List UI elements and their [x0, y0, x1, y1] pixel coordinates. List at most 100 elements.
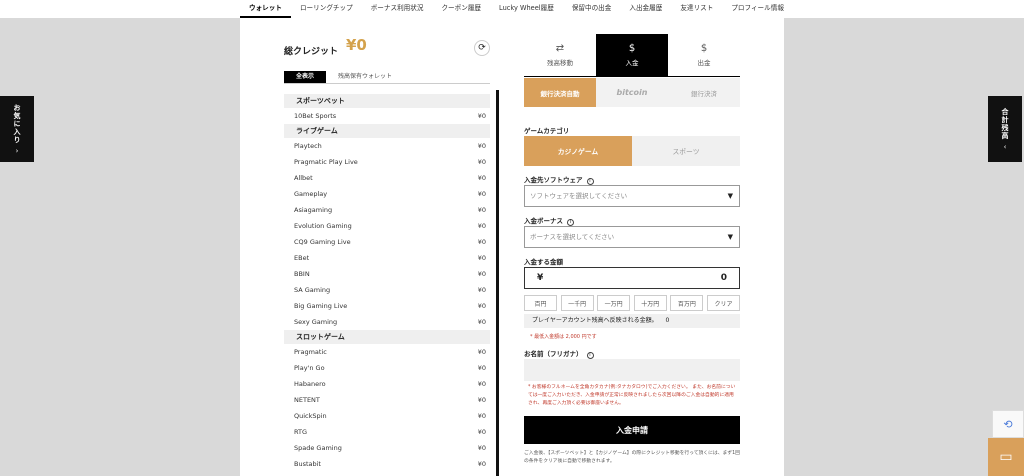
wallet-balance: ¥0 — [477, 270, 486, 278]
nav-item[interactable]: 保留中の出金 — [563, 0, 621, 18]
refresh-icon[interactable]: ⟳ — [474, 40, 490, 56]
minimum-deposit-note: * 最低入金額は 2,000 円です — [530, 334, 597, 340]
wallet-balance: ¥0 — [477, 412, 486, 420]
nav-item[interactable]: 入出金履歴 — [620, 0, 671, 18]
game-category-tabs: カジノゲーム スポーツ — [524, 136, 740, 166]
total-balance-side-tab[interactable]: 合計残高 ‹ — [988, 96, 1022, 162]
wallet-balance: ¥0 — [477, 444, 486, 452]
wallet-name: Spade Gaming — [294, 444, 342, 452]
tabs-divider — [524, 76, 740, 77]
name-warning: * お客様のフルネームを全角カタカナ(例:タナカタロウ)でご入力ください。 また… — [528, 385, 736, 406]
wallet-name: SA Gaming — [294, 286, 331, 294]
game-category-label: ゲームカテゴリ — [524, 127, 570, 135]
wallet-row: Asiagaming ¥0 — [284, 202, 490, 218]
caret-down-icon: ▼ — [727, 192, 733, 200]
wallet-name: Evolution Gaming — [294, 222, 352, 230]
software-select-value: ソフトウェアを選択してください — [530, 192, 628, 200]
wallet-name: Big Gaming Live — [294, 302, 348, 310]
dollar-coin-icon: $ — [628, 43, 636, 54]
wallet-name: BBIN — [294, 270, 310, 278]
info-icon[interactable]: i — [586, 178, 594, 185]
nav-item[interactable]: ボーナス利用状況 — [362, 0, 433, 18]
wallet-balance: ¥0 — [477, 348, 486, 356]
recaptcha-icon[interactable]: ⟲ — [992, 410, 1024, 438]
quick-amount-button[interactable]: クリア — [706, 295, 740, 311]
wallet-section-title: ライブゲーム — [284, 124, 490, 138]
wallet-row: NETENT ¥0 — [284, 392, 490, 408]
tab-withdraw[interactable]: $ 出金 — [668, 34, 740, 76]
tab-transfer[interactable]: ⇄ 残高移動 — [524, 34, 596, 76]
wallet-row: SA Gaming ¥0 — [284, 282, 490, 298]
wallet-row: Gameplay ¥0 — [284, 186, 490, 202]
quick-amount-button[interactable]: 百万円 — [670, 295, 704, 311]
wallet-balance: ¥0 — [477, 364, 486, 372]
quick-amount-button[interactable]: 一万円 — [597, 295, 631, 311]
currency-symbol: ¥ — [537, 273, 544, 283]
software-select[interactable]: ソフトウェアを選択してください ▼ — [524, 185, 740, 207]
wallet-row: Big Gaming Live ¥0 — [284, 298, 490, 314]
wallet-name: Allbet — [294, 174, 313, 182]
bonus-select[interactable]: ボーナスを選択してください ▼ — [524, 226, 740, 248]
tab-label: 残高移動 — [547, 59, 573, 67]
wallet-name: 10Bet Sports — [294, 112, 337, 120]
name-input[interactable] — [524, 359, 740, 381]
wallet-row: CQ9 Gaming Live ¥0 — [284, 234, 490, 250]
wallet-balance: ¥0 — [477, 380, 486, 388]
chevron-left-icon: ‹ — [1003, 142, 1007, 151]
wallet-balance: ¥0 — [477, 190, 486, 198]
method-bank-auto[interactable]: 銀行決済自動 — [524, 78, 596, 107]
nav-item[interactable]: Lucky Wheel履歴 — [490, 0, 563, 18]
category-sports[interactable]: スポーツ — [632, 136, 740, 166]
wallet-balance: ¥0 — [477, 174, 486, 182]
transaction-tabs: ⇄ 残高移動 $ 入金 $ 出金 — [524, 34, 740, 76]
wallet-name: Sexy Gaming — [294, 318, 338, 326]
total-balance-label: 合計残高 — [1001, 107, 1009, 140]
amount-input[interactable]: ¥ 0 — [524, 267, 740, 289]
wallet-section-title: スポーツベット — [284, 94, 490, 108]
tab-held-wallets[interactable]: 残高保有ウォレット — [326, 71, 404, 83]
wallet-row: 10Bet Sports ¥0 — [284, 108, 490, 124]
wallet-balance: ¥0 — [477, 222, 486, 230]
method-bank[interactable]: 銀行決済 — [668, 78, 740, 107]
nav-item[interactable]: プロフィール情報 — [722, 0, 793, 18]
total-credit-title: 総クレジット — [284, 47, 339, 57]
tab-show-all[interactable]: 全表示 — [284, 71, 327, 83]
wallet-name: Bustabit — [294, 460, 321, 468]
nav-item[interactable]: ウォレット — [240, 0, 291, 18]
nav-item[interactable]: ローリングチップ — [291, 0, 362, 18]
bonus-label-row: 入金ボーナス i — [524, 215, 574, 226]
wallet-list-scrollbar[interactable] — [496, 90, 499, 476]
wallet-row: Pragmatic Play Live ¥0 — [284, 154, 490, 170]
tab-deposit[interactable]: $ 入金 — [596, 34, 668, 76]
wallet-balance: ¥0 — [477, 318, 486, 326]
chevron-right-icon: › — [15, 146, 19, 155]
wallet-name: NETENT — [294, 396, 320, 404]
quick-amount-button[interactable]: 一千円 — [560, 295, 594, 311]
nav-item[interactable]: クーポン履歴 — [432, 0, 490, 18]
quick-amount-button[interactable]: 百円 — [524, 295, 557, 311]
software-label: 入金先ソフトウェア — [524, 176, 583, 184]
wallet-name: QuickSpin — [294, 412, 327, 420]
deposit-submit-button[interactable]: 入金申請 — [524, 416, 740, 444]
method-bitcoin[interactable]: bitcoin — [596, 78, 668, 107]
info-icon[interactable]: i — [567, 219, 574, 226]
category-casino[interactable]: カジノゲーム — [524, 136, 632, 166]
name-label: お名前（フリガナ） — [524, 350, 583, 358]
bonus-label: 入金ボーナス — [524, 217, 563, 225]
quick-amount-button[interactable]: 十万円 — [633, 295, 667, 311]
wallet-name: EBet — [294, 254, 310, 262]
wallet-name: Habanero — [294, 380, 326, 388]
wallet-balance: ¥0 — [477, 238, 486, 246]
nav-item[interactable]: 友達リスト — [671, 0, 722, 18]
info-icon[interactable]: i — [586, 352, 594, 359]
chat-icon[interactable]: ▭ — [988, 438, 1024, 476]
wallet-panel: 総クレジット ¥0 ⟳ 全表示 残高保有ウォレット スポーツベット 10Bet S… — [240, 18, 784, 476]
favorites-side-tab[interactable]: お気に入り › — [0, 96, 34, 162]
top-navigation: ウォレット ローリングチップ ボーナス利用状況 クーポン履歴 Lucky Wheel履歴… — [0, 0, 1024, 18]
wallet-row: Evolution Gaming ¥0 — [284, 218, 490, 234]
wallet-balance: ¥0 — [477, 254, 486, 262]
wallet-balance: ¥0 — [477, 158, 486, 166]
top-nav-items: ウォレット ローリングチップ ボーナス利用状況 クーポン履歴 Lucky Wheel履歴… — [240, 0, 793, 18]
tab-label: 出金 — [697, 59, 711, 67]
wallet-name: Gameplay — [294, 190, 328, 198]
